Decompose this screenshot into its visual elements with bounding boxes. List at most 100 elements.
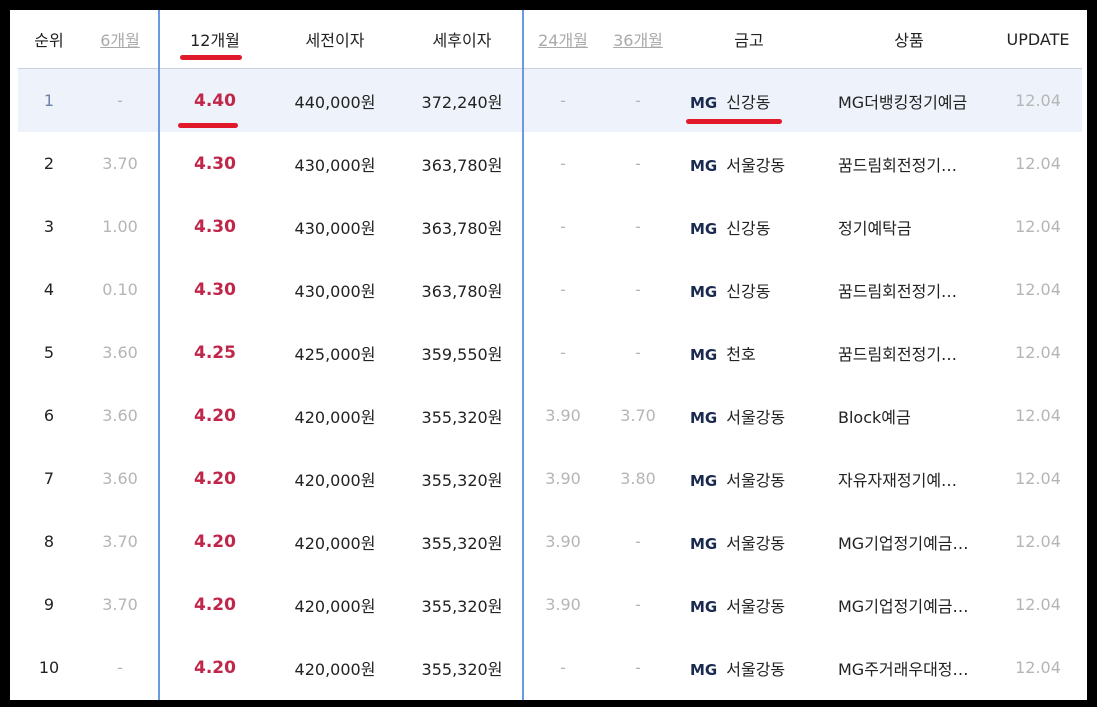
cell-rate-36m: -	[602, 68, 674, 132]
cell-product[interactable]: Block예금	[824, 384, 994, 447]
cell-pretax-interest: 420,000원	[294, 533, 376, 553]
cell-bank: MG 신강동	[674, 195, 824, 258]
cell-aftertax-interest: 355,320원	[421, 659, 503, 679]
bank-name: 신강동	[726, 218, 771, 238]
table-row[interactable]: 5 3.60 4.25 425,000원 359,550원 - - MG 천호 꿈드림회전정기… 1…	[18, 321, 1082, 384]
cell-pretax-interest: 430,000원	[294, 218, 376, 238]
cell-bank: MG 서울강동	[674, 573, 824, 636]
mg-logo-icon: MG	[690, 93, 718, 112]
cell-rate-36m: 3.70	[620, 406, 656, 425]
table-row[interactable]: 9 3.70 4.20 420,000원 355,320원 3.90 - MG 서울강동 MG기업…	[18, 573, 1082, 636]
annotation-underline-12m-header	[180, 55, 242, 60]
mg-logo-icon: MG	[690, 345, 718, 364]
cell-update: 12.04	[1015, 469, 1061, 488]
cell-product[interactable]: 꿈드림회전정기…	[824, 321, 994, 384]
cell-pretax-interest: 430,000원	[294, 281, 376, 301]
table-row[interactable]: 4 0.10 4.30 430,000원 363,780원 - - MG 신강동 꿈드림회전정기……	[18, 258, 1082, 321]
bank-name: 신강동	[726, 92, 771, 112]
mg-logo-icon: MG	[690, 408, 718, 427]
cell-rate-24m: 3.90	[545, 469, 581, 488]
cell-rate-6m: 3.70	[102, 595, 138, 614]
cell-bank: MG 서울강동	[674, 447, 824, 510]
cell-rank: 2	[43, 154, 55, 173]
cell-bank: MG 서울강동	[674, 132, 824, 195]
annotation-underline-top-bank	[686, 119, 782, 124]
cell-aftertax-interest: 355,320원	[421, 596, 503, 616]
cell-pretax-interest: 430,000원	[294, 155, 376, 175]
cell-rank: 3	[43, 217, 55, 236]
cell-product[interactable]: 꿈드림회전정기…	[824, 258, 994, 321]
cell-rank: 4	[43, 280, 55, 299]
cell-rate-24m: 3.90	[545, 532, 581, 551]
cell-rate-24m: 3.90	[545, 595, 581, 614]
rate-table-panel: 순위 6개월 12개월 세전이자 세후이자 24개월 36개월 금고 상품 UP…	[10, 10, 1087, 700]
cell-rate-24m: -	[560, 280, 566, 299]
mg-logo-icon: MG	[690, 156, 718, 175]
cell-pretax-interest: 440,000원	[270, 68, 400, 132]
table-row[interactable]: 2 3.70 4.30 430,000원 363,780원 - - MG 서울강동 꿈드림회전정기…	[18, 132, 1082, 195]
cell-product[interactable]: MG주거래우대정…	[824, 636, 994, 699]
cell-rate-6m: 0.10	[102, 280, 138, 299]
bank-name: 신강동	[726, 281, 771, 301]
cell-rate-12m: 4.20	[194, 657, 236, 678]
cell-product[interactable]: MG더뱅킹정기예금	[824, 68, 994, 132]
header-bank: 금고	[674, 10, 824, 69]
cell-rate-6m: 3.70	[102, 532, 138, 551]
annotation-underline-top-rate	[178, 123, 238, 128]
cell-rate-36m: -	[635, 532, 641, 551]
cell-bank: MG 서울강동	[674, 384, 824, 447]
cell-rate-36m: -	[635, 154, 641, 173]
cell-rate-36m: -	[635, 658, 641, 677]
cell-rate-36m: -	[635, 343, 641, 362]
cell-rate-24m: -	[560, 343, 566, 362]
header-24m-sort[interactable]: 24개월	[524, 10, 602, 69]
cell-bank: MG 서울강동	[674, 636, 824, 699]
cell-update: 12.04	[1015, 532, 1061, 551]
cell-aftertax-interest: 359,550원	[421, 344, 503, 364]
cell-product[interactable]: MG기업정기예금…	[824, 510, 994, 573]
table-row[interactable]: 6 3.60 4.20 420,000원 355,320원 3.90 3.70 MG 서울강동 B…	[18, 384, 1082, 447]
cell-rate-36m: -	[635, 280, 641, 299]
cell-rate-6m: 3.70	[102, 154, 138, 173]
cell-rate-6m: -	[80, 68, 160, 132]
cell-rank: 6	[43, 406, 55, 425]
table-header: 순위 6개월 12개월 세전이자 세후이자 24개월 36개월 금고 상품 UP…	[18, 10, 1082, 69]
cell-rate-24m: -	[560, 217, 566, 236]
header-aftertax: 세후이자	[400, 10, 524, 69]
table-row[interactable]: 1-4.40 440,000원 372,240원 - - MG 신강동 MG더뱅킹정기예금 12…	[18, 68, 1082, 132]
cell-pretax-interest: 420,000원	[294, 470, 376, 490]
table-row[interactable]: 10 - 4.20 420,000원 355,320원 - - MG 서울강동 MG주거래우대정……	[18, 636, 1082, 699]
table-row[interactable]: 7 3.60 4.20 420,000원 355,320원 3.90 3.80 MG 서울강동 자…	[18, 447, 1082, 510]
bank-name: 서울강동	[726, 533, 786, 553]
cell-rate-6m: 3.60	[102, 343, 138, 362]
mg-logo-icon: MG	[690, 219, 718, 238]
table-row[interactable]: 3 1.00 4.30 430,000원 363,780원 - - MG 신강동 정기예탁금 12.…	[18, 195, 1082, 258]
bank-name: 서울강동	[726, 470, 786, 490]
mg-logo-icon: MG	[690, 597, 718, 616]
table-row[interactable]: 8 3.70 4.20 420,000원 355,320원 3.90 - MG 서울강동 MG기업…	[18, 510, 1082, 573]
cell-rate-12m: 4.30	[194, 279, 236, 300]
cell-update: 12.04	[1015, 280, 1061, 299]
cell-rate-6m: -	[117, 658, 123, 677]
header-36m-sort[interactable]: 36개월	[602, 10, 674, 69]
cell-product[interactable]: 정기예탁금	[824, 195, 994, 258]
bank-name: 서울강동	[726, 596, 786, 616]
cell-rate-6m: 3.60	[102, 406, 138, 425]
cell-rate-36m: -	[635, 217, 641, 236]
cell-aftertax-interest: 355,320원	[421, 407, 503, 427]
header-pretax: 세전이자	[270, 10, 400, 69]
cell-rate-12m: 4.20	[194, 594, 236, 615]
cell-product[interactable]: MG기업정기예금…	[824, 573, 994, 636]
header-6m-sort[interactable]: 6개월	[80, 10, 160, 69]
cell-product[interactable]: 자유자재정기예…	[824, 447, 994, 510]
cell-rank: 10	[38, 658, 60, 677]
header-product: 상품	[824, 10, 994, 69]
cell-product[interactable]: 꿈드림회전정기…	[824, 132, 994, 195]
cell-rate-12m: 4.25	[194, 342, 236, 363]
cell-rank: 9	[43, 595, 55, 614]
cell-update: 12.04	[1015, 658, 1061, 677]
cell-update: 12.04	[994, 68, 1082, 132]
cell-update: 12.04	[1015, 343, 1061, 362]
bank-name: 서울강동	[726, 407, 786, 427]
mg-logo-icon: MG	[690, 660, 718, 679]
